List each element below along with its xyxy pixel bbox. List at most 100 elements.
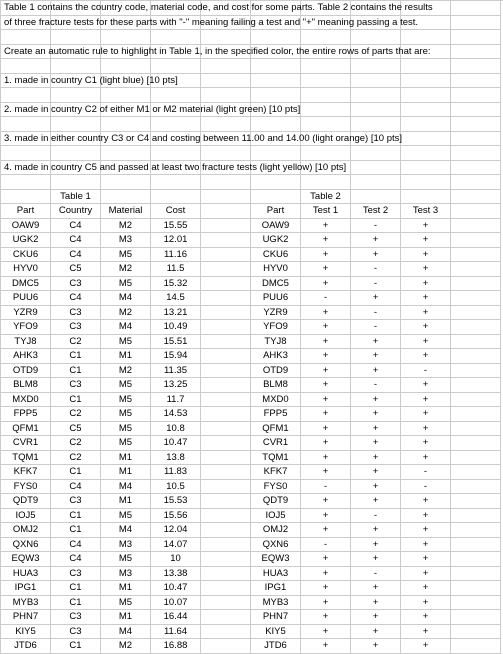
table2-part: PHN7 (251, 610, 301, 625)
empty-cell (451, 393, 501, 408)
table2-test2: + (351, 625, 401, 640)
table1-country: C2 (51, 407, 101, 422)
empty-cell (451, 523, 501, 538)
table2-test1: + (301, 378, 351, 393)
table2-part: OMJ2 (251, 523, 301, 538)
table2-test1: + (301, 364, 351, 379)
table1-country: C4 (51, 291, 101, 306)
empty-cell (151, 88, 201, 103)
table2-test3: + (401, 581, 451, 596)
table1-material: M4 (101, 291, 151, 306)
table2-test3: + (401, 451, 451, 466)
table2-test3: + (401, 335, 451, 350)
table1-part: EQW3 (1, 552, 51, 567)
table1-material: M5 (101, 277, 151, 292)
empty-cell (451, 625, 501, 640)
empty-cell (451, 349, 501, 364)
empty-cell (451, 422, 501, 437)
table1-part: YZR9 (1, 306, 51, 321)
table1-country: C1 (51, 596, 101, 611)
table2-test1: + (301, 552, 351, 567)
empty-cell (451, 262, 501, 277)
table1-country: C1 (51, 349, 101, 364)
table1-material: M5 (101, 407, 151, 422)
empty-cell (451, 233, 501, 248)
table1-header-part: Part (1, 204, 51, 219)
table1-country: C4 (51, 248, 101, 263)
table1-cost: 10.8 (151, 422, 201, 437)
table2-part: DMC5 (251, 277, 301, 292)
empty-cell (301, 117, 351, 132)
table2-test3: + (401, 262, 451, 277)
table2-test3: + (401, 233, 451, 248)
table1-cost: 11.64 (151, 625, 201, 640)
table2-test2: + (351, 248, 401, 263)
table1-cost: 11.7 (151, 393, 201, 408)
empty-cell (451, 59, 501, 74)
empty-cell (451, 161, 501, 176)
empty-cell (101, 146, 151, 161)
table1-material: M1 (101, 581, 151, 596)
table1-part: OMJ2 (1, 523, 51, 538)
table2-part: FPP5 (251, 407, 301, 422)
table2-test3: + (401, 596, 451, 611)
empty-cell (451, 320, 501, 335)
table1-part: OAW9 (1, 219, 51, 234)
table1-cost: 15.51 (151, 335, 201, 350)
table2-test3: + (401, 494, 451, 509)
empty-cell (451, 306, 501, 321)
table1-cost: 11.35 (151, 364, 201, 379)
table1-country: C2 (51, 335, 101, 350)
table2-test2: - (351, 509, 401, 524)
empty-cell (201, 567, 251, 582)
empty-cell (51, 88, 101, 103)
table1-country: C3 (51, 378, 101, 393)
table2-test2: + (351, 610, 401, 625)
table1-cost: 16.88 (151, 639, 201, 654)
table2-part: BLM8 (251, 378, 301, 393)
empty-cell (201, 306, 251, 321)
empty-cell (351, 74, 401, 89)
table1-country: C5 (51, 262, 101, 277)
table1-material: M1 (101, 610, 151, 625)
table1-material: M1 (101, 494, 151, 509)
table1-material: M5 (101, 509, 151, 524)
empty-cell (251, 59, 301, 74)
empty-cell (201, 436, 251, 451)
table1-part: DMC5 (1, 277, 51, 292)
table2-part: QXN6 (251, 538, 301, 553)
empty-cell (451, 175, 501, 190)
table1-material: M2 (101, 219, 151, 234)
table2-test1: + (301, 581, 351, 596)
empty-cell (201, 74, 251, 89)
table2-test1: + (301, 277, 351, 292)
table1-part: UGK2 (1, 233, 51, 248)
table1-cost: 15.55 (151, 219, 201, 234)
empty-cell (451, 610, 501, 625)
empty-cell (201, 30, 251, 45)
empty-cell (451, 552, 501, 567)
table2-test3: + (401, 625, 451, 640)
empty-cell (351, 161, 401, 176)
table1-part: TQM1 (1, 451, 51, 466)
table2-test1: - (301, 291, 351, 306)
empty-cell (451, 436, 501, 451)
empty-cell (201, 407, 251, 422)
table2-part: CVR1 (251, 436, 301, 451)
table1-country: C3 (51, 306, 101, 321)
table2-test3: + (401, 538, 451, 553)
empty-cell (451, 16, 501, 31)
table1-cost: 14.07 (151, 538, 201, 553)
table1-part: AHK3 (1, 349, 51, 364)
empty-cell (451, 407, 501, 422)
table1-cost: 15.94 (151, 349, 201, 364)
table1-part: TYJ8 (1, 335, 51, 350)
table1-part: KIY5 (1, 625, 51, 640)
empty-cell (201, 88, 251, 103)
table1-material: M3 (101, 567, 151, 582)
table2-test2: - (351, 306, 401, 321)
empty-cell (201, 262, 251, 277)
empty-cell (251, 88, 301, 103)
table2-part: YFO9 (251, 320, 301, 335)
table2-test3: - (401, 465, 451, 480)
